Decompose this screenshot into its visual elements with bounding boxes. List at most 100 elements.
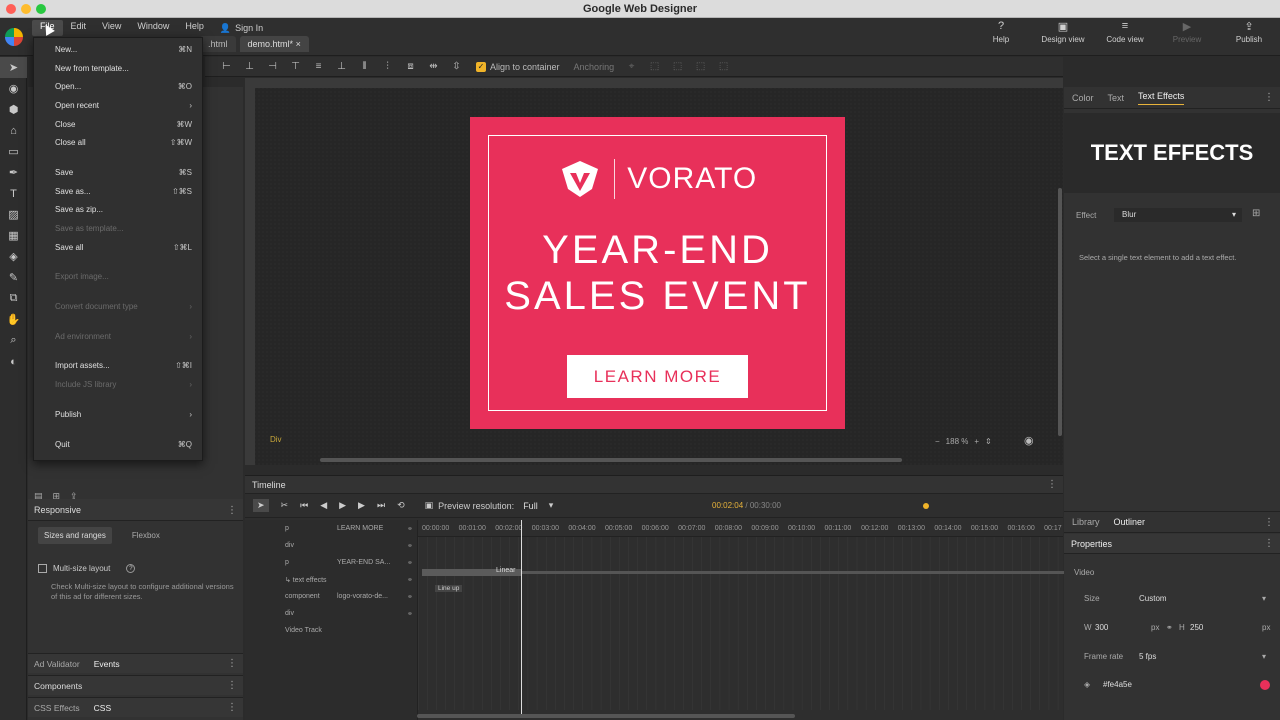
timeline-zoom-slider-handle[interactable] xyxy=(923,503,929,509)
multi-size-checkbox[interactable] xyxy=(38,564,47,573)
image-tool-icon[interactable]: ▨ xyxy=(0,204,27,225)
link-icon[interactable]: ⚭ xyxy=(407,610,413,618)
sign-in-button[interactable]: 👤 Sign In xyxy=(212,20,271,36)
file-menu-item-publish[interactable]: Publish › xyxy=(34,405,202,424)
stage-horizontal-scrollbar[interactable] xyxy=(320,458,902,462)
stamp-tool-icon[interactable]: ⧉ xyxy=(0,288,27,309)
pen-tool-icon[interactable]: ✒ xyxy=(0,162,27,183)
distribute-h-icon[interactable]: ⫴ xyxy=(353,61,376,72)
frame-rate-select[interactable]: 5 fps xyxy=(1139,652,1156,661)
shape-tool-icon[interactable]: ▭ xyxy=(0,141,27,162)
tab-text[interactable]: Text xyxy=(1108,93,1125,103)
color-swap-icon[interactable]: ◐ xyxy=(0,351,27,372)
file-menu-item-save-as[interactable]: Save as... ⇧⌘S xyxy=(34,182,202,201)
add-effect-icon[interactable]: ⊞ xyxy=(1252,208,1260,219)
design-view-button[interactable]: ▣ Design view xyxy=(1040,20,1086,45)
width-input[interactable]: 300 xyxy=(1095,623,1108,632)
play-icon[interactable]: ▶ xyxy=(339,500,346,511)
go-to-end-icon[interactable]: ⏭ xyxy=(377,500,385,511)
tab-flexbox[interactable]: Flexbox xyxy=(118,527,174,544)
preview-resolution-control[interactable]: ▣ Preview resolution: Full ▾ xyxy=(425,500,554,511)
anchor-4-icon[interactable]: ⬚ xyxy=(689,61,712,72)
stage-vertical-scrollbar[interactable] xyxy=(1058,188,1062,436)
grid-tool-icon[interactable]: ▦ xyxy=(0,225,27,246)
timeline-layer-row[interactable]: component logo-vorato-de... ⚭ xyxy=(245,588,417,605)
align-bottom-icon[interactable]: ⊥ xyxy=(330,61,353,72)
file-menu-item-save-all[interactable]: Save all ⇧⌘L xyxy=(34,238,202,257)
anchor-2-icon[interactable]: ⬚ xyxy=(643,61,666,72)
ad-banner[interactable]: VORATO YEAR-END SALES EVENT LEARN MORE xyxy=(470,117,845,429)
tab-ad-validator[interactable]: Ad Validator xyxy=(34,659,80,669)
tag-tool-icon[interactable]: ⌂ xyxy=(0,120,27,141)
file-menu-item-save-as-zip[interactable]: Save as zip... xyxy=(34,201,202,220)
eye-icon[interactable]: ◉ xyxy=(1024,434,1034,447)
file-menu-item-close[interactable]: Close ⌘W xyxy=(34,115,202,134)
more-icon[interactable]: ⋮ xyxy=(227,680,237,691)
anchor-5-icon[interactable]: ⬚ xyxy=(712,61,735,72)
align-right-icon[interactable]: ⊣ xyxy=(261,61,284,72)
tab-color[interactable]: Color xyxy=(1072,93,1094,103)
file-menu-item-quit[interactable]: Quit ⌘Q xyxy=(34,435,202,454)
link-icon[interactable]: ⚭ xyxy=(407,525,413,533)
height-input[interactable]: 250 xyxy=(1190,623,1203,632)
size-width-icon[interactable]: ⇹ xyxy=(422,61,445,72)
learn-more-button[interactable]: LEARN MORE xyxy=(567,355,748,398)
close-tab-icon[interactable]: × xyxy=(296,39,301,49)
align-to-container-toggle[interactable]: ✓ Align to container xyxy=(476,61,560,72)
color-swatch[interactable] xyxy=(1260,679,1270,690)
preview-button[interactable]: ▶ Preview xyxy=(1164,20,1210,45)
menu-window[interactable]: Window xyxy=(129,20,177,36)
more-icon[interactable]: ⋮ xyxy=(1264,92,1274,103)
align-center-icon[interactable]: ⊥ xyxy=(238,61,261,72)
more-icon[interactable]: ⋮ xyxy=(227,505,237,516)
responsive-panel-header[interactable]: Responsive ⋮ xyxy=(28,499,243,521)
playhead[interactable] xyxy=(521,520,522,715)
file-menu-item-new-from-template[interactable]: New from template... xyxy=(34,59,202,78)
tab-events[interactable]: Events xyxy=(94,659,120,669)
size-height-icon[interactable]: ⇳ xyxy=(445,61,468,72)
3d-translation-tool-icon[interactable]: ⬢ xyxy=(0,99,27,120)
tab-text-effects[interactable]: Text Effects xyxy=(1138,91,1185,105)
menu-help[interactable]: Help xyxy=(177,20,212,36)
file-menu-item-import-assets[interactable]: Import assets... ⇧⌘I xyxy=(34,357,202,376)
ad-logo[interactable]: VORATO xyxy=(470,157,845,201)
timeline-ruler[interactable]: 00:00:00 00:01:00 00:02:00 00:03:00 00:04:00… xyxy=(418,520,1063,537)
selection-tool-icon[interactable]: ➤ xyxy=(0,57,27,78)
distribute-space-icon[interactable]: ⧈ xyxy=(399,61,422,72)
menu-view[interactable]: View xyxy=(94,20,129,36)
file-menu-item-new[interactable]: New... ⌘N xyxy=(34,40,202,59)
more-icon[interactable]: ⋮ xyxy=(227,658,237,669)
tab-sizes-and-ranges[interactable]: Sizes and ranges xyxy=(38,527,112,544)
text-tool-icon[interactable]: T xyxy=(0,183,27,204)
ad-headline[interactable]: YEAR-END SALES EVENT xyxy=(470,227,845,319)
zoom-in-icon[interactable]: + xyxy=(974,437,979,446)
more-icon[interactable]: ⋮ xyxy=(1264,538,1274,549)
components-header[interactable]: Components ⋮ xyxy=(28,675,243,695)
align-middle-icon[interactable]: ≡ xyxy=(307,61,330,72)
align-top-icon[interactable]: ⊤ xyxy=(284,61,307,72)
file-menu-item-save[interactable]: Save ⌘S xyxy=(34,163,202,182)
hand-tool-icon[interactable]: ✋ xyxy=(0,309,27,330)
color-value[interactable]: #fe4a5e xyxy=(1103,680,1132,689)
tab-css-effects[interactable]: CSS Effects xyxy=(34,703,80,713)
file-menu-item-open[interactable]: Open... ⌘O xyxy=(34,77,202,96)
timeline-layer-row[interactable]: ↳ text effects ⚭ xyxy=(245,571,417,588)
tab-css[interactable]: CSS xyxy=(94,703,111,713)
properties-header[interactable]: Properties ⋮ xyxy=(1064,534,1280,554)
document-tab[interactable]: demo.html* × xyxy=(239,36,309,52)
link-icon[interactable]: ⚭ xyxy=(407,576,413,584)
help-button[interactable]: ? Help xyxy=(978,20,1024,44)
more-icon[interactable]: ⋮ xyxy=(1047,479,1057,490)
fill-tool-icon[interactable]: ◈ xyxy=(0,246,27,267)
scissors-icon[interactable]: ✂ xyxy=(281,500,289,511)
help-icon[interactable]: ? xyxy=(126,564,136,573)
zoom-control[interactable]: − 188 % + ⇕ xyxy=(935,432,1011,450)
timeline-layer-row[interactable]: Video Track xyxy=(245,622,417,639)
step-forward-icon[interactable]: ▶ xyxy=(358,500,365,511)
timeline-layer-row[interactable]: p LEARN MORE ⚭ xyxy=(245,520,417,537)
file-menu-item-close-all[interactable]: Close all ⇧⌘W xyxy=(34,133,202,152)
eyedropper-tool-icon[interactable]: ✎ xyxy=(0,267,27,288)
more-icon[interactable]: ⋮ xyxy=(227,702,237,713)
timeline-scrollbar[interactable] xyxy=(417,714,795,718)
document-tab[interactable]: .html xyxy=(200,36,236,52)
